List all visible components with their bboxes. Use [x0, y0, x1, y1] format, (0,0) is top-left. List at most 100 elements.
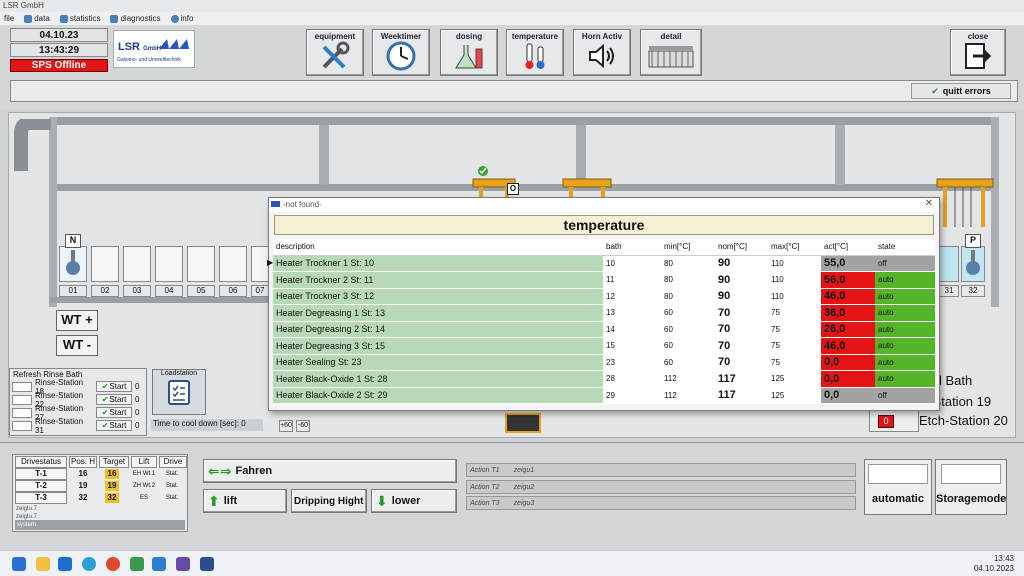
etch-20-control[interactable]: 0	[869, 410, 919, 432]
minus-60-button[interactable]: -60	[296, 420, 310, 432]
loadstation-button[interactable]: Loadstation	[152, 369, 206, 415]
row-bath: 13	[603, 304, 661, 322]
horn-button[interactable]: Horn Activ	[573, 29, 631, 76]
menu-data[interactable]: data	[24, 13, 50, 24]
rinse-checkbox[interactable]	[12, 407, 32, 418]
statistics-icon	[59, 14, 68, 23]
drive-name: T-1	[15, 468, 67, 480]
cooldown-label: Time to cool down [sec]:	[153, 419, 239, 428]
station-tank[interactable]	[155, 246, 183, 282]
support-column	[835, 125, 845, 185]
equipment-button[interactable]: equipment	[306, 29, 364, 76]
row-min: 80	[661, 271, 715, 289]
temperature-button[interactable]: temperature	[506, 29, 564, 76]
dosing-button[interactable]: dosing	[440, 29, 498, 76]
rinse-value: 0	[135, 382, 140, 391]
carrier-label: N	[65, 234, 81, 248]
station-tank[interactable]	[91, 246, 119, 282]
fahren-button[interactable]: ⇐⇒ Fahren	[203, 459, 457, 483]
table-row[interactable]: Heater Sealing St: 23 23 60 70 75 0,0 auto	[273, 354, 935, 371]
app-icon[interactable]	[152, 557, 166, 571]
weektimer-button[interactable]: Weektimer	[372, 29, 430, 76]
lsr-app-icon[interactable]	[200, 557, 214, 571]
menu-info[interactable]: info	[170, 13, 193, 24]
rinse-start-button[interactable]: ✔ Start	[96, 381, 132, 392]
data-icon	[24, 14, 33, 23]
clock-time: 13:43	[993, 554, 1014, 563]
menu-diagnostics[interactable]: diagnostics	[110, 13, 161, 24]
drive-pos: 19	[78, 481, 88, 490]
col-header: Drivestatus	[15, 456, 67, 468]
menu-label: statistics	[69, 14, 101, 23]
start-label: Start	[109, 382, 127, 391]
app-icon[interactable]	[106, 557, 120, 571]
station-number: 01	[59, 285, 87, 297]
dialog-close-icon[interactable]: ✕	[925, 198, 933, 209]
row-description: Heater Trockner 3 St: 12	[273, 288, 603, 305]
table-row[interactable]: Heater Degreasing 1 St: 13 13 60 70 75 36,0 au…	[273, 304, 935, 322]
info-icon	[170, 14, 179, 23]
wt-plus-button[interactable]: WT +	[56, 310, 98, 331]
quitt-errors-button[interactable]: ✔ quitt errors	[911, 83, 1011, 99]
app-icon[interactable]	[130, 557, 144, 571]
rinse-start-button[interactable]: ✔ Start	[96, 407, 132, 418]
row-act: 55,0	[821, 255, 875, 272]
window-title: LSR GmbH	[0, 0, 1024, 12]
dripping-hight-button[interactable]: Dripping Hight	[291, 489, 367, 513]
action-label: Action T3	[470, 499, 500, 507]
taskbar-clock[interactable]: 13:43 04.10.2023	[974, 554, 1014, 574]
station-tank[interactable]	[219, 246, 247, 282]
plus-60-button[interactable]: +60	[279, 420, 293, 432]
edge-icon[interactable]	[82, 557, 96, 571]
tools-icon	[322, 41, 350, 69]
close-button[interactable]: close	[950, 29, 1006, 76]
row-bath: 15	[603, 337, 661, 355]
col-header: act[°C]	[821, 239, 875, 256]
rinse-checkbox[interactable]	[12, 381, 32, 392]
rinse-value: 0	[135, 421, 140, 430]
floor-rail	[49, 297, 269, 303]
cooldown-value: 0	[241, 419, 246, 428]
menu-file[interactable]: file	[4, 13, 14, 24]
station-tank[interactable]	[939, 246, 959, 282]
rinse-start-button[interactable]: ✔ Start	[96, 394, 132, 405]
lower-button[interactable]: ⬇ lower	[371, 489, 457, 513]
table-row[interactable]: Heater Trockner 3 St: 12 12 80 90 110 46,0 aut…	[273, 288, 935, 305]
row-description: Heater Degreasing 1 St: 13	[273, 304, 603, 322]
rinse-checkbox[interactable]	[12, 420, 32, 431]
row-description: Heater Black-Oxide 2 St: 29	[273, 387, 603, 404]
rinse-start-button[interactable]: ✔ Start	[96, 420, 132, 431]
lift-label: lift	[223, 495, 238, 507]
rinse-checkbox[interactable]	[12, 394, 32, 405]
row-min: 112	[661, 370, 715, 388]
station-tank[interactable]	[187, 246, 215, 282]
action-t2: Action T2 zeigu2	[466, 480, 856, 494]
storagemode-button[interactable]: Storagemode	[935, 459, 1007, 515]
row-nom: 117	[715, 387, 768, 404]
start-icon[interactable]	[12, 557, 26, 571]
quitt-errors-label: quitt errors	[942, 86, 991, 96]
fahren-label: Fahren	[235, 465, 273, 477]
table-row[interactable]: Heater Black-Oxide 1 St: 28 28 112 117 125 0,…	[273, 370, 935, 388]
table-row[interactable]: Heater Trockner 2 St: 11 11 80 90 110 56,0 aut…	[273, 271, 935, 289]
wt-minus-button[interactable]: WT -	[56, 335, 98, 356]
row-max: 75	[768, 304, 821, 322]
automatic-button[interactable]: automatic	[864, 459, 932, 515]
folder-icon[interactable]	[36, 557, 50, 571]
menu-statistics[interactable]: statistics	[59, 13, 101, 24]
table-row[interactable]: Heater Degreasing 2 St: 14 14 60 70 75 26,0 au…	[273, 321, 935, 338]
app-icon[interactable]	[176, 557, 190, 571]
table-row[interactable]: Heater Degreasing 3 St: 15 15 60 70 75 46,0 au…	[273, 337, 935, 355]
table-row[interactable]: Heater Trockner 1 St: 10 ▶ 10 80 90 110 55,0 of…	[267, 255, 935, 272]
row-act: 0,0	[821, 370, 875, 388]
outlook-icon[interactable]	[58, 557, 72, 571]
rinse-value: 0	[135, 408, 140, 417]
row-bath: 28	[603, 370, 661, 388]
station-number: 07	[251, 285, 269, 297]
table-row[interactable]: Heater Black-Oxide 2 St: 29 29 112 117 125 0,…	[273, 387, 935, 404]
station-tank[interactable]	[123, 246, 151, 282]
lift-button[interactable]: ⬆ lift	[203, 489, 287, 513]
col-header: bath	[603, 239, 661, 256]
taskbar: 13:43 04.10.2023	[0, 550, 1024, 576]
detail-button[interactable]: detail	[640, 29, 702, 76]
